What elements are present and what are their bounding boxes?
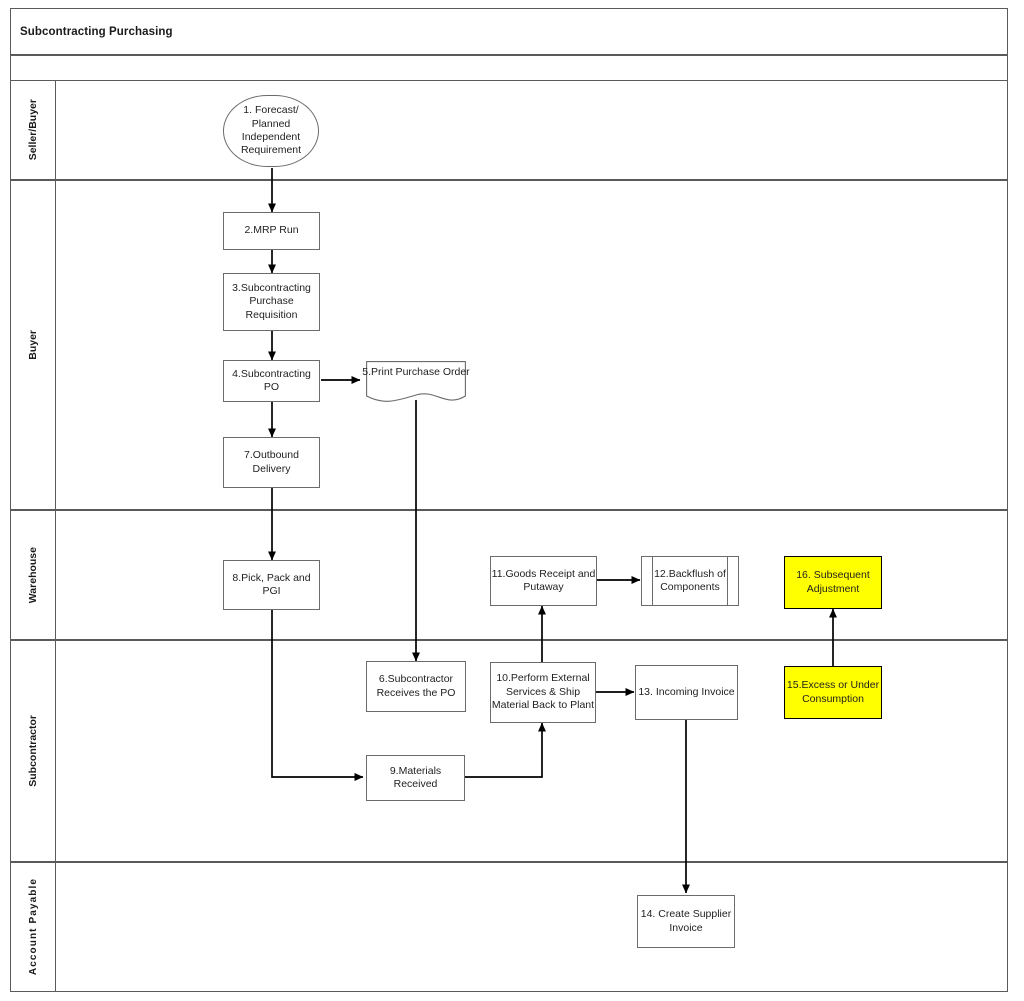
node-7-outbound-delivery[interactable]: 7.Outbound Delivery (223, 437, 320, 488)
connector-9-to-10 (464, 722, 546, 778)
node-5-print-purchase-order[interactable]: 5.Print Purchase Order (362, 361, 470, 405)
node-8-pick-pack-and-pgi[interactable]: 8.Pick, Pack and PGI (223, 560, 320, 610)
node-12-backflush-of-components[interactable]: 12.Backflush of Components (641, 556, 739, 606)
node-10-label: 10.Perform External Services & Ship Mate… (491, 672, 595, 712)
node-15-excess-or-under-consumption[interactable]: 15.Excess or Under Consumption (784, 666, 882, 719)
node-12-label: 12.Backflush of Components (654, 567, 726, 593)
flowchart-canvas: Subcontracting Purchasing Seller/Buyer B… (0, 0, 1024, 1001)
node-11-goods-receipt-and-putaway[interactable]: 11.Goods Receipt and Putaway (490, 556, 597, 606)
node-10-perform-external-services-ship-material-back-to-plant[interactable]: 10.Perform External Services & Ship Mate… (490, 662, 596, 723)
node-7-label: 7.Outbound Delivery (244, 449, 299, 475)
node-6-label: 6.Subcontractor Receives the PO (376, 673, 456, 699)
node-4-label: 4.Subcontracting PO (232, 367, 311, 393)
node-8-label: 8.Pick, Pack and PGI (232, 571, 311, 597)
node-2-label: 2.MRP Run (244, 224, 299, 237)
node-3-subcontracting-purchase-requisition[interactable]: 3.Subcontracting Purchase Requisition (223, 273, 320, 331)
node-16-subsequent-adjustment[interactable]: 16. Subsequent Adjustment (784, 556, 882, 609)
connector-layer (268, 168, 837, 894)
node-2-mrp-run[interactable]: 2.MRP Run (223, 212, 320, 250)
node-6-subcontractor-receives-the-po[interactable]: 6.Subcontractor Receives the PO (366, 661, 466, 712)
node-14-label: 14. Create Supplier Invoice (640, 908, 732, 934)
node-9-label: 9.Materials Received (389, 764, 442, 790)
node-1-forecast-planned-independent-requirement[interactable]: 1. Forecast/ Planned Independent Require… (223, 95, 319, 167)
connector-8-to-9 (271, 610, 364, 781)
node-13-incoming-invoice[interactable]: 13. Incoming Invoice (635, 665, 738, 720)
node-9-materials-received[interactable]: 9.Materials Received (366, 755, 465, 801)
node-3-label: 3.Subcontracting Purchase Requisition (232, 281, 311, 321)
node-13-label: 13. Incoming Invoice (638, 685, 735, 698)
node-5-label: 5.Print Purchase Order (362, 366, 470, 378)
node-15-label: 15.Excess or Under Consumption (786, 679, 880, 705)
node-14-create-supplier-invoice[interactable]: 14. Create Supplier Invoice (637, 895, 735, 948)
node-16-label: 16. Subsequent Adjustment (796, 569, 870, 595)
node-4-subcontracting-po[interactable]: 4.Subcontracting PO (223, 360, 320, 402)
node-1-label: 1. Forecast/ Planned Independent Require… (240, 104, 302, 157)
node-11-label: 11.Goods Receipt and Putaway (491, 567, 596, 593)
